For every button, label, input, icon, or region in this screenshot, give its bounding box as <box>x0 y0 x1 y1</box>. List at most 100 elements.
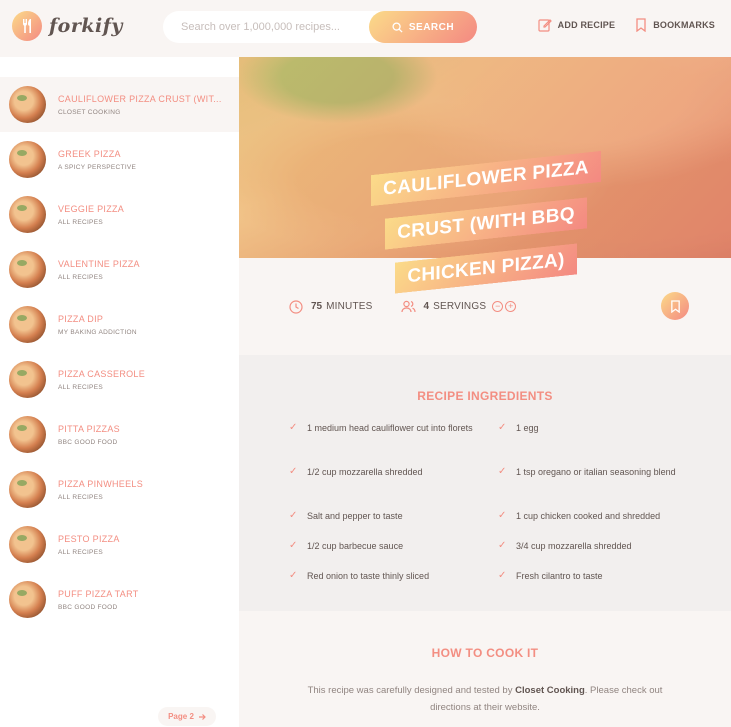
cooking-time: 75 MINUTES <box>289 299 373 314</box>
decrease-servings-button[interactable]: − <box>492 301 504 312</box>
header: forkify SEARCH ADD RECIPE BOOKMARKS <box>0 0 731 57</box>
ingredients-list: ✓ 1 medium head cauliflower cut into flor… <box>289 421 699 599</box>
result-item[interactable]: GREEK PIZZA A SPICY PERSPECTIVE <box>0 132 239 187</box>
result-item[interactable]: CAULIFLOWER PIZZA CRUST (WIT... CLOSET CO… <box>0 77 239 132</box>
recipe-bookmark-button[interactable] <box>661 292 689 320</box>
ingredient-item: ✓ 1 tsp oregano or italian seasoning blen… <box>498 465 699 509</box>
result-item[interactable]: PESTO PIZZA ALL RECIPES <box>0 517 239 572</box>
check-icon: ✓ <box>498 422 507 433</box>
result-item[interactable]: PIZZA CASSEROLE ALL RECIPES <box>0 352 239 407</box>
ingredient-text: 1/2 cup mozzarella shredded <box>307 467 423 477</box>
logo[interactable]: forkify <box>12 11 123 41</box>
result-text: PUFF PIZZA TART BBC GOOD FOOD <box>58 589 139 611</box>
result-text: GREEK PIZZA A SPICY PERSPECTIVE <box>58 149 136 171</box>
result-title: PIZZA DIP <box>58 313 104 324</box>
result-item[interactable]: PIZZA DIP MY BAKING ADDICTION <box>0 297 239 352</box>
check-icon: ✓ <box>289 570 298 581</box>
servings-label: SERVINGS <box>433 301 487 312</box>
increase-servings-button[interactable]: + <box>505 301 517 312</box>
directions-section: HOW TO COOK IT This recipe was carefully… <box>239 611 731 727</box>
ingredient-item: ✓ 3/4 cup mozzarella shredded <box>498 539 699 569</box>
ingredient-text: 1/2 cup barbecue sauce <box>307 541 404 551</box>
add-recipe-label: ADD RECIPE <box>557 20 616 30</box>
minutes-label: MINUTES <box>326 301 373 312</box>
result-item[interactable]: VEGGIE PIZZA ALL RECIPES <box>0 187 239 242</box>
add-recipe-button[interactable]: ADD RECIPE <box>538 18 616 32</box>
recipe-thumbnail <box>9 196 46 233</box>
recipe-view: CAULIFLOWER PIZZA CRUST (WITH BBQ CHICKE… <box>239 57 731 727</box>
result-text: PIZZA DIP MY BAKING ADDICTION <box>58 314 137 336</box>
search-button[interactable]: SEARCH <box>369 11 477 43</box>
search-results: CAULIFLOWER PIZZA CRUST (WIT... CLOSET CO… <box>0 57 239 727</box>
recipe-thumbnail <box>9 361 46 398</box>
search-button-label: SEARCH <box>408 21 455 33</box>
result-text: VEGGIE PIZZA ALL RECIPES <box>58 204 124 226</box>
bookmarks-label: BOOKMARKS <box>653 20 715 30</box>
bookmark-icon <box>636 18 646 32</box>
result-text: VALENTINE PIZZA ALL RECIPES <box>58 259 140 281</box>
result-title: PIZZA PINWHEELS <box>58 478 144 489</box>
recipe-thumbnail <box>9 471 46 508</box>
result-item[interactable]: PUFF PIZZA TART BBC GOOD FOOD <box>0 572 239 627</box>
result-publisher: CLOSET COOKING <box>58 108 121 116</box>
fork-knife-icon <box>12 11 42 41</box>
result-title: VEGGIE PIZZA <box>58 203 125 214</box>
result-publisher: ALL RECIPES <box>58 273 103 281</box>
check-icon: ✓ <box>289 540 298 551</box>
check-icon: ✓ <box>289 422 298 433</box>
result-item[interactable]: VALENTINE PIZZA ALL RECIPES <box>0 242 239 297</box>
ingredient-item: ✓ Red onion to taste thinly sliced <box>289 569 498 599</box>
results-list: CAULIFLOWER PIZZA CRUST (WIT... CLOSET CO… <box>0 57 239 627</box>
result-title: PESTO PIZZA <box>58 533 120 544</box>
users-icon <box>400 300 416 313</box>
result-title: GREEK PIZZA <box>58 148 121 159</box>
check-icon: ✓ <box>498 570 507 581</box>
ingredient-item: ✓ 1 cup chicken cooked and shredded <box>498 509 699 539</box>
recipe-thumbnail <box>9 416 46 453</box>
result-title: PIZZA CASSEROLE <box>58 368 146 379</box>
servings-value: 4 <box>423 301 430 312</box>
result-title: PUFF PIZZA TART <box>58 588 139 599</box>
recipe-thumbnail <box>9 251 46 288</box>
ingredient-item: ✓ 1 egg <box>498 421 699 465</box>
pagination-next-button[interactable]: Page 2 <box>158 707 216 726</box>
edit-icon <box>538 19 552 32</box>
pagination-next-label: Page 2 <box>168 712 194 721</box>
ingredient-text: Salt and pepper to taste <box>307 511 403 521</box>
result-publisher: ALL RECIPES <box>58 548 103 556</box>
result-publisher: BBC GOOD FOOD <box>58 438 118 446</box>
ingredient-item: ✓ 1 medium head cauliflower cut into flor… <box>289 421 498 465</box>
search-input[interactable] <box>181 21 381 33</box>
recipe-thumbnail <box>9 526 46 563</box>
recipe-thumbnail <box>9 581 46 618</box>
ingredient-item: ✓ Fresh cilantro to taste <box>498 569 699 599</box>
logo-text: forkify <box>49 15 123 37</box>
result-title: VALENTINE PIZZA <box>58 258 140 269</box>
ingredient-text: Fresh cilantro to taste <box>516 571 603 581</box>
arrow-right-icon <box>198 713 206 720</box>
result-item[interactable]: PITTA PIZZAS BBC GOOD FOOD <box>0 407 239 462</box>
directions-publisher[interactable]: Closet Cooking <box>515 685 585 696</box>
directions-heading: HOW TO COOK IT <box>431 646 539 660</box>
recipe-thumbnail <box>9 306 46 343</box>
search-icon <box>392 21 403 33</box>
directions-text: This recipe was carefully designed and t… <box>305 682 665 716</box>
result-publisher: ALL RECIPES <box>58 383 103 391</box>
check-icon: ✓ <box>289 510 298 521</box>
check-icon: ✓ <box>498 466 507 477</box>
directions-pre: This recipe was carefully designed and t… <box>307 685 513 696</box>
result-publisher: A SPICY PERSPECTIVE <box>58 163 137 171</box>
clock-icon <box>289 299 303 314</box>
result-item[interactable]: PIZZA PINWHEELS ALL RECIPES <box>0 462 239 517</box>
result-publisher: MY BAKING ADDICTION <box>58 328 137 336</box>
bookmarks-button[interactable]: BOOKMARKS <box>635 18 715 32</box>
result-text: PIZZA PINWHEELS ALL RECIPES <box>58 479 143 501</box>
ingredient-item: ✓ 1/2 cup barbecue sauce <box>289 539 498 569</box>
recipe-thumbnail <box>9 86 46 123</box>
ingredient-item: ✓ Salt and pepper to taste <box>289 509 498 539</box>
result-text: PIZZA CASSEROLE ALL RECIPES <box>58 369 145 391</box>
ingredient-text: 1 cup chicken cooked and shredded <box>516 511 661 521</box>
result-text: CAULIFLOWER PIZZA CRUST (WIT... CLOSET CO… <box>58 94 222 116</box>
servings: 4 SERVINGS − + <box>400 300 517 313</box>
result-text: PITTA PIZZAS BBC GOOD FOOD <box>58 424 120 446</box>
